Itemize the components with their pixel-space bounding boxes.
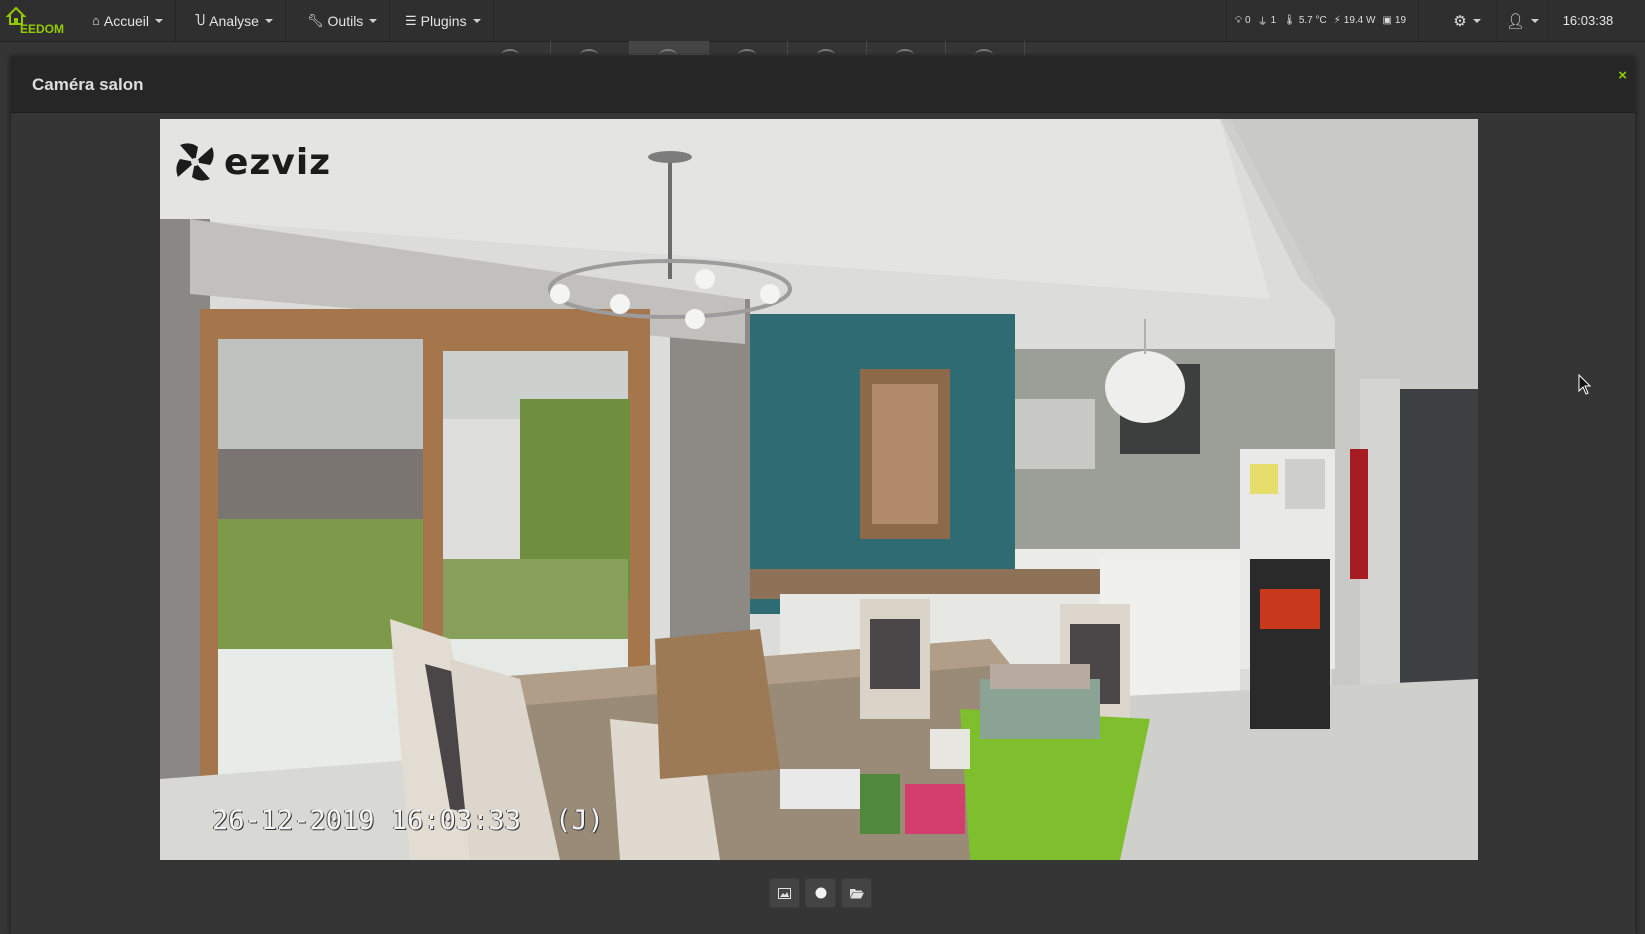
menu-accueil-label: Accueil [103,12,149,29]
background-tab [709,41,788,55]
background-tab [630,41,709,55]
image-icon [778,887,791,899]
global-summary[interactable]: 💡︎ 0 ⏚ 1 🌡︎ 5.7 °C ⚡︎ 19.4 W ▣ 19 [1226,0,1420,41]
background-tab [472,41,551,55]
modal-title: Caméra salon [32,75,144,94]
ezviz-logo-icon [176,143,214,181]
open-recordings-button[interactable] [841,878,872,908]
snapshot-button[interactable] [769,878,800,908]
menu-analyse[interactable]: Ⴎ Analyse [183,0,286,41]
chevron-down-icon [1472,18,1481,23]
menu-outils-label: Outils [327,12,364,29]
user-menu-button[interactable]: 👤︎ [1497,0,1549,41]
gears-icon: ⚙ [1453,12,1467,30]
modal-header: Caméra salon × [11,57,1635,113]
summary-plugs-value: 1 [1270,15,1277,26]
lightbulb-icon: 💡︎ [1235,15,1242,26]
jeedom-logo[interactable]: EEDOM [4,6,70,38]
summary-devices-value: 19 [1394,15,1407,26]
chevron-down-icon [264,18,273,23]
camera-brand-watermark: ezviz [172,139,331,185]
mouse-cursor-icon [1578,374,1592,395]
chevron-down-icon [472,18,481,23]
background-tab [551,41,630,55]
menu-plugins[interactable]: ☰ Plugins [393,0,494,41]
camera-scene-image [160,119,1478,860]
record-circle-icon [815,887,826,899]
camera-snapshot[interactable]: ezviz 26-12-2019 16:03:33 (J) [160,119,1478,860]
camera-weekday: (J) [555,805,604,836]
chevron-down-icon [369,18,378,23]
devices-icon: ▣ [1382,15,1392,26]
magnet-icon: Ⴎ [195,12,206,28]
top-navbar: EEDOM ⌂ Accueil Ⴎ Analyse 🔧︎ Outils ☰ Pl… [0,0,1645,42]
wrench-icon: 🔧︎ [307,12,324,28]
lightning-icon: ⚡︎ [1333,15,1341,26]
background-tab [788,41,867,55]
menu-accueil[interactable]: ⌂ Accueil [80,0,176,41]
camera-brand-text: ezviz [224,141,332,183]
record-button[interactable] [805,878,836,908]
summary-power-value: 19.4 W [1343,15,1376,26]
menu-outils[interactable]: 🔧︎ Outils [295,0,391,41]
clock: 16:03:38 [1562,13,1614,28]
settings-menu-button[interactable]: ⚙ [1437,0,1498,41]
summary-lights-value: 0 [1245,15,1251,26]
user-icon: 👤︎ [1505,12,1526,30]
background-tab [946,41,1025,55]
menu-analyse-label: Analyse [209,12,259,29]
home-icon: ⌂ [92,13,100,28]
plug-icon: ⏚ [1257,17,1268,28]
summary-temperature-value: 5.7 °C [1298,15,1327,26]
camera-controls [769,878,872,908]
background-tab [867,41,946,55]
camera-timestamp-overlay: 26-12-2019 16:03:33 (J) [212,805,604,836]
logo-text: EEDOM [20,22,65,36]
background-tabs [472,41,1028,55]
list-icon: ☰ [405,12,417,28]
thermometer-icon: 🌡︎ [1283,15,1296,26]
close-button[interactable]: × [1618,67,1627,84]
camera-timestamp: 26-12-2019 16:03:33 [212,805,521,836]
chevron-down-icon [155,18,163,23]
menu-plugins-label: Plugins [420,12,467,29]
folder-open-icon [849,888,864,898]
chevron-down-icon [1531,18,1540,23]
